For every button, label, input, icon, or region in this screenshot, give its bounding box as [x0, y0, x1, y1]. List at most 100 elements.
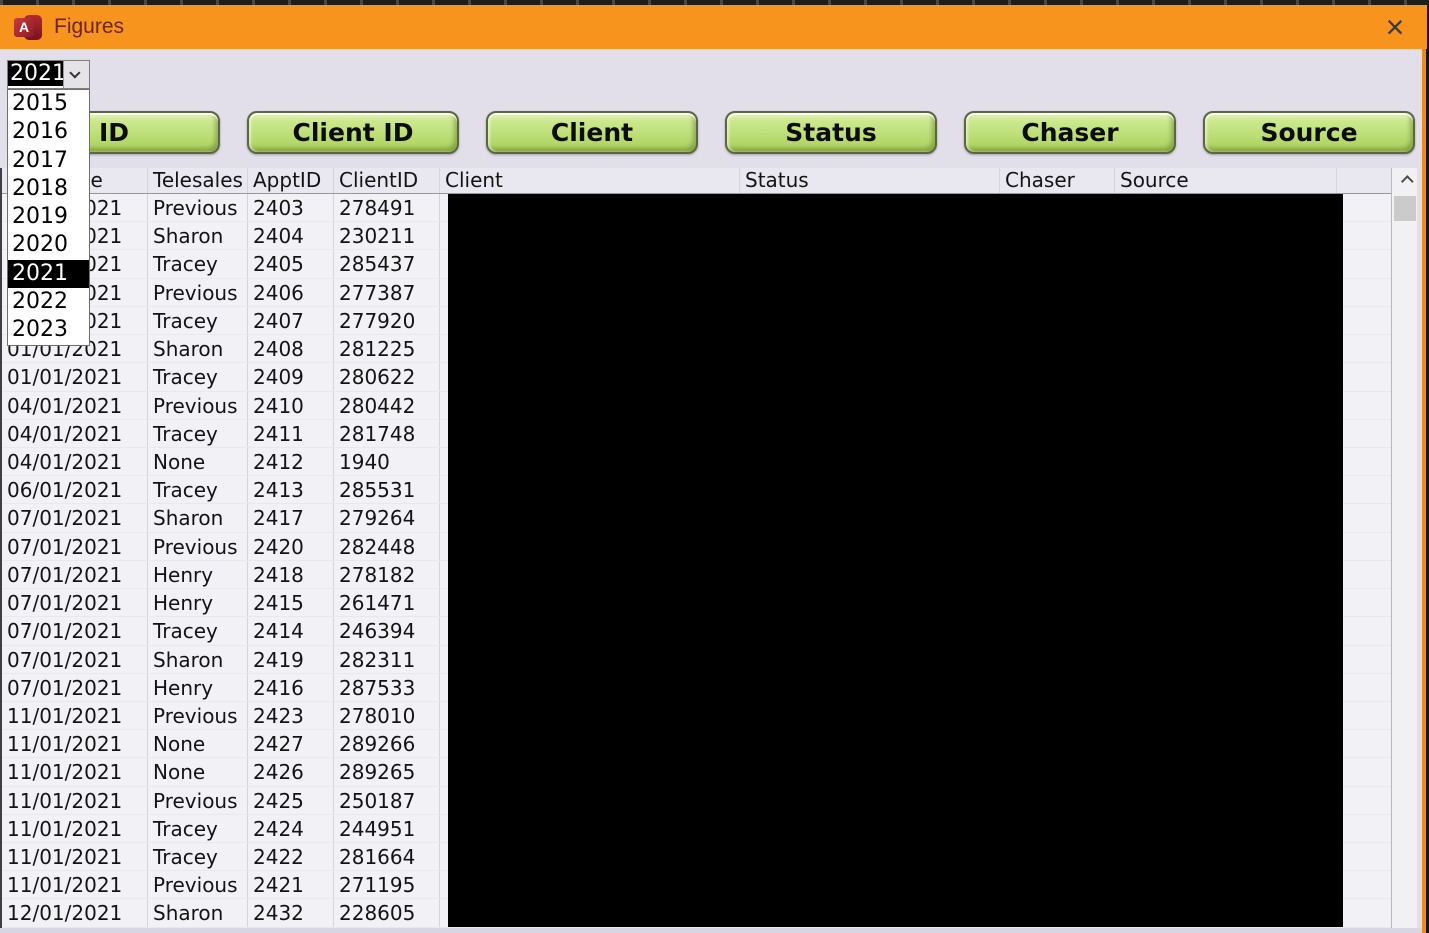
window-title: Figures	[54, 15, 125, 38]
window-right-border	[1422, 49, 1426, 933]
row-filler	[1337, 307, 1391, 334]
row-filler	[1337, 335, 1391, 362]
table-cell: Tracey	[148, 617, 248, 645]
year-dropdown-button[interactable]	[63, 61, 89, 88]
year-option[interactable]: 2018	[8, 175, 89, 203]
table-cell: Previous	[148, 532, 248, 560]
table-cell: Henry	[148, 589, 248, 617]
table-cell: 2410	[248, 391, 334, 419]
access-form-window: A Figures × ID Client ID Client Status Chase…	[0, 0, 1429, 933]
access-icon-letter: A	[14, 17, 34, 37]
row-filler	[1337, 279, 1391, 306]
row-filler	[1337, 392, 1391, 419]
table-cell: 281225	[334, 335, 440, 363]
year-option[interactable]: 2016	[8, 118, 89, 146]
table-cell: 289265	[334, 758, 440, 786]
year-option[interactable]: 2020	[8, 231, 89, 259]
table-cell: 2413	[248, 476, 334, 504]
year-option[interactable]: 2022	[8, 288, 89, 316]
row-filler	[1337, 250, 1391, 277]
table-cell: Tracey	[148, 814, 248, 843]
table-cell: 2404	[248, 222, 334, 250]
scroll-up-button[interactable]	[1392, 168, 1417, 194]
table-cell: 2405	[248, 250, 334, 278]
table-cell: 07/01/2021	[2, 560, 148, 589]
year-option[interactable]: 2023	[8, 316, 89, 344]
scrollbar-thumb[interactable]	[1394, 196, 1416, 221]
table-cell: 07/01/2021	[2, 589, 148, 617]
year-combobox[interactable]: 2021	[7, 60, 90, 89]
column-header-clientid[interactable]: ClientID	[334, 168, 440, 193]
access-app-icon: A	[14, 14, 44, 41]
table-cell: 2411	[248, 419, 334, 447]
column-header-chaser[interactable]: Chaser	[1000, 168, 1115, 193]
table-cell: 281748	[334, 419, 440, 447]
row-filler	[1337, 363, 1391, 390]
table-cell: 280442	[334, 391, 440, 419]
sort-button-status[interactable]: Status	[725, 111, 937, 154]
row-filler	[1337, 420, 1391, 447]
table-cell: Sharon	[148, 335, 248, 363]
sort-button-client[interactable]: Client	[486, 111, 698, 154]
column-header-source[interactable]: Source	[1115, 168, 1337, 193]
year-option[interactable]: 2021	[8, 259, 89, 289]
table-cell: None	[148, 447, 248, 476]
redaction-overlay	[448, 194, 1343, 927]
table-cell: 11/01/2021	[2, 786, 148, 814]
table-cell: Previous	[148, 871, 248, 899]
table-cell: 280622	[334, 363, 440, 391]
year-option[interactable]: 2015	[8, 90, 89, 118]
table-cell: 271195	[334, 871, 440, 899]
table-cell: 04/01/2021	[2, 447, 148, 476]
table-cell: 2426	[248, 758, 334, 786]
sort-button-chaser[interactable]: Chaser	[964, 111, 1176, 154]
vertical-scrollbar[interactable]	[1391, 168, 1417, 928]
table-cell: 01/01/2021	[2, 363, 148, 391]
row-filler	[1337, 646, 1391, 673]
table-cell: Sharon	[148, 504, 248, 532]
table-cell: 2419	[248, 645, 334, 673]
year-combobox-value[interactable]: 2021	[8, 61, 63, 88]
table-cell: None	[148, 730, 248, 758]
row-filler	[1337, 476, 1391, 503]
table-cell: 07/01/2021	[2, 504, 148, 532]
row-filler	[1337, 843, 1391, 870]
row-filler	[1337, 758, 1391, 785]
table-cell: Sharon	[148, 222, 248, 250]
row-filler	[1337, 222, 1391, 249]
table-cell: 2406	[248, 278, 334, 306]
year-option[interactable]: 2019	[8, 203, 89, 231]
table-cell: 2414	[248, 617, 334, 645]
datasheet-bottom-edge	[0, 928, 1422, 933]
row-filler	[1337, 674, 1391, 701]
table-cell: 230211	[334, 222, 440, 250]
column-header-apptid[interactable]: ApptID	[248, 168, 334, 193]
sort-button-client-id[interactable]: Client ID	[247, 111, 459, 154]
table-cell: 1940	[334, 447, 440, 476]
table-cell: 281664	[334, 843, 440, 871]
close-icon[interactable]: ×	[1373, 5, 1417, 49]
table-cell: 2422	[248, 843, 334, 871]
year-dropdown-list[interactable]: 2015 2016 2017 2018 2019 2020 2021 2022 2023	[7, 89, 90, 346]
table-cell: Previous	[148, 278, 248, 306]
table-cell: 07/01/2021	[2, 645, 148, 673]
table-cell: Tracey	[148, 250, 248, 278]
table-cell: 2425	[248, 786, 334, 814]
table-cell: 2423	[248, 701, 334, 730]
table-cell: 2424	[248, 814, 334, 843]
column-header-client[interactable]: Client	[440, 168, 740, 193]
row-filler	[1337, 561, 1391, 588]
column-header-status[interactable]: Status	[740, 168, 1000, 193]
chevron-up-icon	[1400, 174, 1414, 188]
year-option[interactable]: 2017	[8, 147, 89, 175]
table-cell: 282448	[334, 532, 440, 560]
table-cell: Sharon	[148, 645, 248, 673]
table-cell: 250187	[334, 786, 440, 814]
row-filler	[1337, 730, 1391, 757]
sort-button-source[interactable]: Source	[1203, 111, 1415, 154]
row-filler	[1337, 787, 1391, 814]
table-cell: 277387	[334, 278, 440, 306]
table-cell: 2408	[248, 335, 334, 363]
table-cell: 228605	[334, 899, 440, 927]
column-header-telesales[interactable]: Telesales	[148, 168, 248, 193]
